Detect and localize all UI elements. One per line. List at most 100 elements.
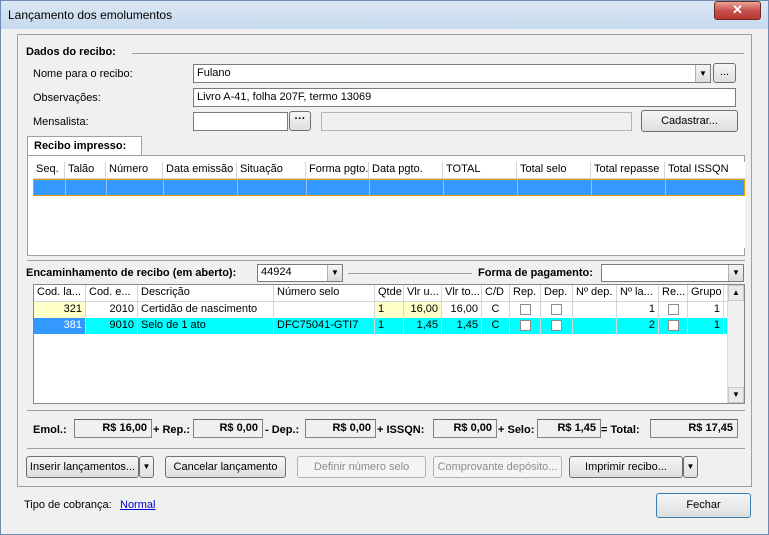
col-total-issqn[interactable]: Total ISSQN bbox=[665, 162, 743, 178]
total-label: = Total: bbox=[601, 424, 640, 436]
fechar-button[interactable]: Fechar bbox=[656, 493, 751, 518]
nome-combo[interactable]: Fulano bbox=[193, 64, 711, 83]
cell-n-la: 1 bbox=[617, 302, 659, 318]
nome-lookup-button[interactable]: ... bbox=[713, 63, 736, 83]
comprovante-deposito-button[interactable]: Comprovante depósito... bbox=[433, 456, 562, 478]
nome-label: Nome para o recibo: bbox=[33, 68, 133, 80]
col-vlr-u[interactable]: Vlr u... bbox=[404, 285, 442, 301]
col-n-la[interactable]: Nº la... bbox=[617, 285, 659, 301]
emol-label: Emol.: bbox=[33, 424, 67, 436]
col-numero[interactable]: Número bbox=[106, 162, 163, 178]
rep-checkbox[interactable] bbox=[519, 304, 531, 316]
cell-vlr-u[interactable]: 1,45 bbox=[404, 318, 442, 334]
col-descricao[interactable]: Descrição bbox=[138, 285, 274, 301]
observacoes-field[interactable]: Livro A-41, folha 207F, termo 13069 bbox=[193, 88, 736, 107]
col-n-dep[interactable]: Nº dep. bbox=[573, 285, 617, 301]
recibo-impresso-selected-row[interactable] bbox=[33, 179, 745, 196]
mensalista-lookup-button[interactable]: ··· bbox=[289, 111, 311, 131]
rep-label: + Rep.: bbox=[153, 424, 190, 436]
col-numero-selo[interactable]: Número selo bbox=[274, 285, 375, 301]
col-cod-la[interactable]: Cod. la... bbox=[34, 285, 86, 301]
dep-checkbox[interactable] bbox=[551, 320, 562, 332]
col-cod-e[interactable]: Cod. e... bbox=[86, 285, 138, 301]
col-cd[interactable]: C/D bbox=[482, 285, 510, 301]
dep-checkbox[interactable] bbox=[551, 304, 562, 316]
window-title: Lançamento dos emolumentos bbox=[8, 8, 173, 22]
col-situacao[interactable]: Situação bbox=[237, 162, 306, 178]
recibo-impresso-grid[interactable]: Seq. Talão Número Data emissão Situação … bbox=[33, 162, 745, 248]
rep-checkbox[interactable] bbox=[519, 320, 531, 332]
recibo-impresso-header: Seq. Talão Número Data emissão Situação … bbox=[33, 162, 745, 179]
forma-pagamento-arrow-icon[interactable]: ▼ bbox=[728, 265, 743, 281]
cancelar-lancamento-button[interactable]: Cancelar lançamento bbox=[165, 456, 286, 478]
col-re[interactable]: Re... bbox=[659, 285, 688, 301]
col-rep[interactable]: Rep. bbox=[510, 285, 541, 301]
cadastrar-button[interactable]: Cadastrar... bbox=[641, 110, 738, 132]
dados-recibo-heading: Dados do recibo: bbox=[26, 46, 116, 58]
col-talao[interactable]: Talão bbox=[65, 162, 106, 178]
cell-cd: C bbox=[482, 302, 510, 318]
col-qtde[interactable]: Qtde bbox=[375, 285, 404, 301]
re-checkbox[interactable] bbox=[667, 320, 679, 332]
section-divider bbox=[132, 53, 744, 54]
scroll-down-icon[interactable]: ▼ bbox=[728, 387, 744, 403]
nome-dropdown-arrow-icon[interactable]: ▼ bbox=[695, 65, 710, 82]
cell-dep[interactable] bbox=[541, 302, 573, 318]
cell-qtde[interactable]: 1 bbox=[375, 318, 404, 334]
col-data-pgto[interactable]: Data pgto. bbox=[369, 162, 443, 178]
col-forma-pgto[interactable]: Forma pgto. bbox=[306, 162, 369, 178]
encaminhamento-arrow-icon[interactable]: ▼ bbox=[327, 265, 342, 281]
selo-total: R$ 1,45 bbox=[537, 419, 601, 438]
table-row[interactable]: 321 2010 Certidão de nascimento 1 16,00 … bbox=[34, 302, 744, 318]
col-total-selo[interactable]: Total selo bbox=[517, 162, 591, 178]
col-grupo[interactable]: Grupo bbox=[688, 285, 724, 301]
cell-qtde[interactable]: 1 bbox=[375, 302, 404, 318]
col-dep[interactable]: Dep. bbox=[541, 285, 573, 301]
col-vlr-to[interactable]: Vlr to... bbox=[442, 285, 482, 301]
cell-re[interactable] bbox=[659, 302, 688, 318]
cell-grupo: 1 bbox=[688, 318, 724, 334]
close-button[interactable]: ✕ bbox=[714, 1, 761, 20]
col-total[interactable]: TOTAL bbox=[443, 162, 517, 178]
lancamentos-scrollbar[interactable]: ▲ ▼ bbox=[727, 285, 744, 403]
cell-cod-la: 381 bbox=[34, 318, 86, 334]
tipo-cobranca-link[interactable]: Normal bbox=[120, 499, 155, 511]
imprimir-recibo-button[interactable]: Imprimir recibo... bbox=[569, 456, 683, 478]
mensalista-description bbox=[321, 112, 632, 131]
cell-n-dep bbox=[573, 318, 617, 334]
tipo-cobranca-label: Tipo de cobrança: bbox=[24, 499, 112, 511]
inserir-dropdown-arrow-icon[interactable]: ▼ bbox=[139, 456, 154, 478]
table-row-selected[interactable]: 381 9010 Selo de 1 ato DFC75041-GTI7 1 1… bbox=[34, 318, 744, 334]
scroll-up-icon[interactable]: ▲ bbox=[728, 285, 744, 301]
cell-cod-e: 9010 bbox=[86, 318, 138, 334]
lancamentos-grid[interactable]: Cod. la... Cod. e... Descrição Número se… bbox=[33, 284, 745, 404]
cell-vlr-u[interactable]: 16,00 bbox=[404, 302, 442, 318]
encaminhamento-label: Encaminhamento de recibo (em aberto): bbox=[26, 267, 237, 279]
cell-vlr-to: 1,45 bbox=[442, 318, 482, 334]
nome-value: Fulano bbox=[197, 67, 231, 79]
cell-dep[interactable] bbox=[541, 318, 573, 334]
cell-vlr-to: 16,00 bbox=[442, 302, 482, 318]
selo-label: + Selo: bbox=[498, 424, 535, 436]
forma-pagamento-combo[interactable] bbox=[601, 264, 744, 282]
cell-rep[interactable] bbox=[510, 302, 541, 318]
re-checkbox[interactable] bbox=[667, 304, 679, 316]
col-total-repasse[interactable]: Total repasse bbox=[591, 162, 665, 178]
forma-pagamento-label: Forma de pagamento: bbox=[478, 267, 593, 279]
dep-total: R$ 0,00 bbox=[305, 419, 376, 438]
grand-total: R$ 17,45 bbox=[650, 419, 738, 438]
observacoes-label: Observações: bbox=[33, 92, 101, 104]
cell-rep[interactable] bbox=[510, 318, 541, 334]
imprimir-dropdown-arrow-icon[interactable]: ▼ bbox=[683, 456, 698, 478]
definir-numero-selo-button[interactable]: Definir número selo bbox=[297, 456, 426, 478]
col-data-emissao[interactable]: Data emissão bbox=[163, 162, 237, 178]
col-seq[interactable]: Seq. bbox=[33, 162, 65, 178]
tab-recibo-impresso[interactable]: Recibo impresso: bbox=[27, 136, 142, 156]
emol-total: R$ 16,00 bbox=[74, 419, 152, 438]
mensalista-field[interactable] bbox=[193, 112, 288, 131]
cell-re[interactable] bbox=[659, 318, 688, 334]
inserir-lancamentos-button[interactable]: Inserir lançamentos... bbox=[26, 456, 139, 478]
cell-n-la: 2 bbox=[617, 318, 659, 334]
cell-cd: C bbox=[482, 318, 510, 334]
divider bbox=[348, 273, 472, 274]
